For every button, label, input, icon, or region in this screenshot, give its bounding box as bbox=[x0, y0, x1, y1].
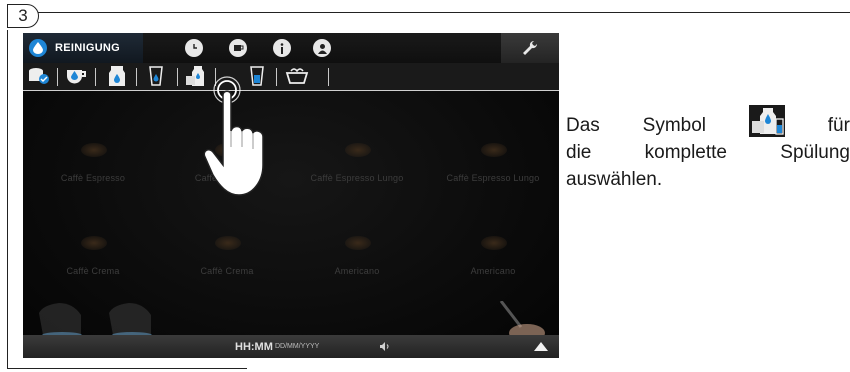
drink-button[interactable]: Caffè Espresso Lungo bbox=[297, 173, 417, 183]
water-drop-icon bbox=[29, 39, 47, 57]
status-bar: HH:MM DD/MM/YYYY bbox=[23, 335, 559, 358]
expand-up-icon[interactable] bbox=[534, 342, 548, 351]
cleaning-tools-bar bbox=[23, 63, 559, 91]
info-icon[interactable] bbox=[273, 39, 291, 57]
time-display: HH:MM bbox=[235, 341, 273, 353]
instruction-word: Symbol bbox=[642, 115, 707, 136]
separator bbox=[95, 68, 96, 86]
milk-jug-image bbox=[39, 303, 152, 338]
instruction-word: Spülung bbox=[780, 142, 850, 163]
separator bbox=[136, 68, 137, 86]
milk-clean-icon[interactable] bbox=[105, 66, 129, 86]
drink-button[interactable]: Americano bbox=[433, 266, 553, 276]
drink-image bbox=[215, 236, 241, 250]
tab-cleaning-label: REINIGUNG bbox=[55, 42, 121, 54]
drink-image bbox=[81, 236, 107, 250]
tapping-hand-icon bbox=[203, 76, 264, 196]
frame-bottom-line bbox=[7, 368, 247, 369]
frame-left-line bbox=[7, 30, 8, 368]
glass-rinse-icon[interactable] bbox=[144, 66, 168, 86]
drink-image bbox=[81, 143, 107, 157]
step-number-badge: 3 bbox=[7, 4, 39, 28]
clock-icon[interactable] bbox=[185, 39, 203, 57]
drink-button[interactable]: Caffè Crema bbox=[33, 266, 153, 276]
wrench-icon bbox=[523, 40, 538, 55]
tab-cleaning[interactable]: REINIGUNG bbox=[23, 33, 143, 63]
dish-icon[interactable] bbox=[285, 66, 309, 86]
top-bar: REINIGUNG bbox=[23, 33, 559, 63]
instruction-text: Das Symbol für die komplette Spülung aus… bbox=[566, 104, 850, 193]
complete-rinse-icon bbox=[748, 104, 785, 137]
drink-image bbox=[345, 236, 371, 250]
drink-image bbox=[481, 143, 507, 157]
drink-button[interactable]: Caffè Crema bbox=[167, 266, 287, 276]
drink-button[interactable]: Americano bbox=[297, 266, 417, 276]
drink-image bbox=[481, 236, 507, 250]
cup-rinse-icon[interactable] bbox=[65, 66, 89, 86]
instruction-word: die bbox=[566, 142, 592, 163]
separator bbox=[177, 68, 178, 86]
drink-button[interactable]: Caffè Espresso bbox=[33, 173, 153, 183]
instruction-word: komplette bbox=[644, 142, 727, 163]
cup-icon[interactable] bbox=[229, 39, 247, 57]
instruction-line: auswählen. bbox=[566, 169, 663, 190]
settings-button[interactable] bbox=[501, 33, 559, 63]
volume-icon[interactable] bbox=[380, 342, 390, 351]
descale-icon[interactable] bbox=[27, 66, 51, 86]
separator bbox=[328, 68, 329, 86]
drink-image bbox=[345, 143, 371, 157]
date-display: DD/MM/YYYY bbox=[275, 343, 320, 350]
user-icon[interactable] bbox=[313, 39, 331, 57]
frame-top-line bbox=[20, 12, 850, 13]
instruction-word: Das bbox=[566, 115, 600, 136]
instruction-word: für bbox=[827, 115, 850, 136]
drink-button[interactable]: Caffè Espresso Lungo bbox=[433, 173, 553, 183]
machine-screen: REINIGUNG Caffè Espresso Caffè Caffè Esp… bbox=[23, 33, 559, 358]
separator bbox=[57, 68, 58, 86]
